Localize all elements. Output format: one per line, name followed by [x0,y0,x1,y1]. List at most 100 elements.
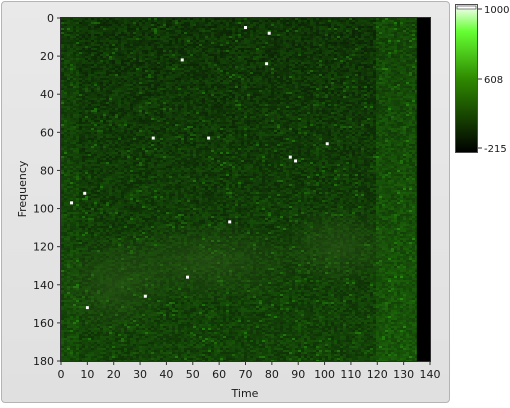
heatmap-cell [103,74,106,76]
heatmap-cell [166,38,169,40]
heatmap-cell [235,36,238,38]
heatmap-cell [121,36,124,38]
heatmap-cell [154,68,157,70]
heatmap-cell [79,46,82,48]
heatmap-cell [391,62,394,64]
heatmap-cell [262,52,265,54]
heatmap-cell [70,84,73,86]
heatmap-cell [400,78,403,80]
heatmap-cell [304,68,307,70]
heatmap-cell [268,84,271,86]
heatmap-cell [190,94,193,96]
heatmap-cell [244,40,247,42]
heatmap-cell [361,78,364,80]
heatmap-cell [283,48,286,50]
heatmap-cell [400,100,403,102]
heatmap-cell [340,58,343,60]
heatmap-cell [91,58,94,60]
heatmap-cell [214,70,217,72]
heatmap-cell [388,88,391,90]
heatmap-cell [262,34,265,36]
heatmap-cell [325,74,328,76]
heatmap-cell [205,68,208,70]
heatmap-cell [289,70,292,72]
heatmap-cell [151,50,154,52]
heatmap-cell [175,74,178,76]
heatmap-cell [199,48,202,50]
heatmap-cell [265,98,268,100]
heatmap-cell [289,38,292,40]
heatmap-cell [343,46,346,48]
heatmap-cell [97,100,100,102]
heatmap-cell [283,68,286,70]
heatmap-cell [73,50,76,52]
heatmap-cell [277,66,280,68]
heatmap-cell [130,22,133,24]
heatmap-cell [235,40,238,42]
heatmap-cell [106,42,109,44]
heatmap-cell [286,94,289,96]
heatmap-cell [385,22,388,24]
heatmap-cell [163,64,166,66]
heatmap-cell [289,26,292,28]
heatmap-cell [253,34,256,36]
heatmap-cell [178,64,181,66]
heatmap-cell [178,68,181,70]
heatmap-cell [307,48,310,50]
heatmap-cell [235,54,238,56]
heatmap-cell [118,22,121,24]
heatmap-cell [166,60,169,62]
heatmap-cell [223,54,226,56]
heatmap-cell [229,58,232,60]
heatmap-cell [85,56,88,58]
heatmap-cell [397,80,400,82]
heatmap-cell [229,94,232,96]
heatmap-cell [334,88,337,90]
heatmap-cell [187,90,190,92]
heatmap-cell [163,48,166,50]
heatmap-cell [412,76,415,78]
heatmap-cell [265,76,268,78]
heatmap-cell [406,30,409,32]
heatmap-cell [283,38,286,40]
heatmap-cell [169,92,172,94]
heatmap-cell [115,28,118,30]
heatmap-cell [370,34,373,36]
heatmap-cell [328,100,331,102]
heatmap-cell [232,72,235,74]
heatmap-cell [166,94,169,96]
heatmap-cell [145,60,148,62]
heatmap-cell [298,26,301,28]
heatmap-cell [361,72,364,74]
heatmap-cell [358,20,361,22]
heatmap-cell [352,50,355,52]
heatmap-cell [367,76,370,78]
heatmap-cell [334,44,337,46]
heatmap-cell [334,60,337,62]
heatmap-cell [256,40,259,42]
heatmap-cell [184,34,187,36]
heatmap-cell [307,96,310,98]
heatmap-cell [268,50,271,52]
heatmap-cell [301,38,304,40]
heatmap-cell [163,22,166,24]
heatmap-cell [244,48,247,50]
heatmap-cell [61,82,64,84]
heatmap-cell [199,38,202,40]
heatmap-cell [154,66,157,68]
heatmap-cell [259,24,262,26]
heatmap-cell [397,100,400,102]
heatmap-cell [100,100,103,102]
heatmap-cell [406,46,409,48]
heatmap-cell [103,22,106,24]
heatmap-cell [151,22,154,24]
heatmap-cell [253,18,256,20]
heatmap-cell [322,52,325,54]
heatmap-cell [382,34,385,36]
heatmap-cell [358,62,361,64]
heatmap-cell [361,44,364,46]
heatmap-cell [268,46,271,48]
heatmap-cell [154,28,157,30]
heatmap-cell [247,94,250,96]
heatmap-cell [244,92,247,94]
